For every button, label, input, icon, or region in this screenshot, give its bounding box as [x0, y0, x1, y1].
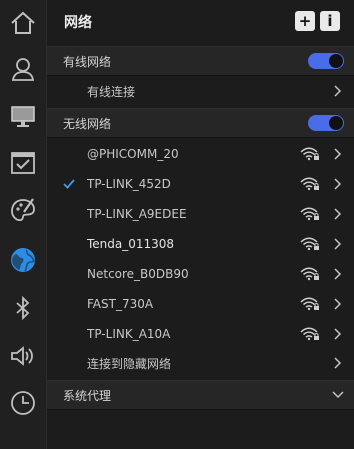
wifi-ssid: TP-LINK_452D — [87, 177, 171, 191]
sidebar-item-home[interactable] — [0, 0, 46, 46]
info-button[interactable]: i — [320, 11, 340, 31]
sidebar-item-network[interactable] — [0, 237, 46, 283]
hidden-network-row[interactable]: 连接到隐藏网络 — [47, 348, 354, 378]
chevron-right-icon — [334, 178, 342, 190]
home-icon — [11, 11, 35, 34]
network-panel: 网络 + i 有线网络 有线连接 无线网络 @PHICOMM_20 TP-LINK… — [47, 0, 354, 449]
wired-connection-row[interactable]: 有线连接 — [47, 76, 354, 106]
connected-check-icon — [63, 179, 75, 189]
wifi-secure-signal-icon — [300, 267, 319, 281]
wifi-ssid: TP-LINK_A9EDEE — [87, 207, 187, 221]
bluetooth-icon — [16, 295, 30, 321]
wifi-network-row[interactable]: @PHICOMM_20 — [47, 139, 354, 169]
wifi-network-row[interactable]: FAST_730A — [47, 289, 354, 319]
sound-icon — [11, 346, 33, 366]
chevron-right-icon — [334, 85, 342, 97]
wifi-network-row[interactable]: Netcore_B0DB90 — [47, 259, 354, 289]
wifi-ssid: TP-LINK_A10A — [87, 327, 171, 341]
time-icon — [11, 391, 35, 415]
panel-header: 网络 + i — [47, 0, 354, 43]
personalization-icon — [11, 198, 35, 222]
wifi-secure-signal-icon — [300, 237, 319, 251]
chevron-right-icon — [334, 357, 342, 369]
wifi-ssid: FAST_730A — [87, 297, 154, 311]
sidebar-item-default-apps[interactable] — [0, 140, 46, 186]
wifi-network-row[interactable]: TP-LINK_A9EDEE — [47, 199, 354, 229]
sidebar-item-time[interactable] — [0, 380, 46, 426]
wifi-ssid: Netcore_B0DB90 — [87, 267, 189, 281]
account-icon — [11, 58, 35, 81]
wifi-secure-signal-icon — [300, 327, 319, 341]
wifi-secure-signal-icon — [300, 297, 319, 311]
sidebar — [0, 0, 47, 449]
wired-section-header: 有线网络 — [47, 46, 354, 76]
wifi-network-row[interactable]: TP-LINK_452D — [47, 169, 354, 199]
chevron-right-icon — [334, 208, 342, 220]
proxy-section-header[interactable]: 系统代理 — [47, 380, 354, 410]
wifi-ssid: @PHICOMM_20 — [87, 147, 179, 161]
chevron-right-icon — [334, 298, 342, 310]
wired-section-label: 有线网络 — [63, 54, 112, 69]
wifi-secure-signal-icon — [300, 147, 319, 161]
sidebar-item-account[interactable] — [0, 46, 46, 92]
wired-connection-label: 有线连接 — [87, 84, 136, 99]
page-title: 网络 — [64, 14, 92, 31]
chevron-right-icon — [334, 238, 342, 250]
wireless-section-header: 无线网络 — [47, 108, 354, 138]
wireless-section-label: 无线网络 — [63, 116, 112, 131]
wireless-toggle[interactable] — [308, 115, 344, 131]
proxy-section-label: 系统代理 — [63, 388, 112, 403]
network-icon — [11, 248, 35, 272]
chevron-right-icon — [334, 148, 342, 160]
sidebar-item-bluetooth[interactable] — [0, 285, 46, 331]
wifi-network-row[interactable]: TP-LINK_A10A — [47, 319, 354, 349]
sidebar-item-personalization[interactable] — [0, 187, 46, 233]
wired-toggle[interactable] — [308, 53, 344, 69]
add-button[interactable]: + — [295, 11, 315, 31]
wifi-secure-signal-icon — [300, 207, 319, 221]
sidebar-item-sound[interactable] — [0, 333, 46, 379]
chevron-right-icon — [334, 328, 342, 340]
wifi-secure-signal-icon — [300, 177, 319, 191]
display-icon — [11, 106, 35, 127]
chevron-right-icon — [334, 268, 342, 280]
chevron-down-icon — [332, 391, 344, 399]
wifi-ssid: Tenda_011308 — [87, 237, 175, 251]
hidden-network-label: 连接到隐藏网络 — [87, 356, 172, 371]
wifi-network-row[interactable]: Tenda_011308 — [47, 229, 354, 259]
default-apps-icon — [11, 152, 35, 174]
sidebar-item-display[interactable] — [0, 93, 46, 139]
